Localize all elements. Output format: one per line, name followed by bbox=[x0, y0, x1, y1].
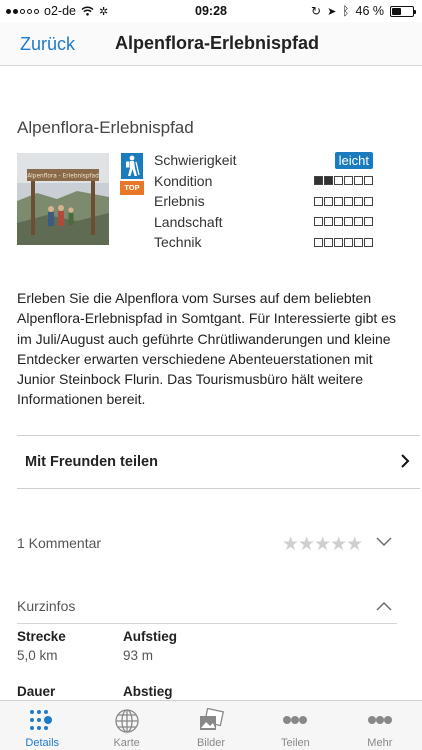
fact-label: Aufstieg bbox=[123, 629, 177, 644]
battery-percent: 46 % bbox=[355, 4, 385, 18]
rating-box-empty bbox=[344, 176, 353, 186]
rating-box-empty bbox=[314, 196, 323, 206]
tab-teilen[interactable]: Teilen bbox=[253, 701, 337, 750]
hiking-icon bbox=[121, 153, 143, 179]
chevron-right-icon bbox=[401, 454, 410, 468]
status-right: ↻ ➤ ᛒ 46 % bbox=[311, 4, 416, 18]
fact-abstieg: Abstieg bbox=[123, 684, 173, 699]
photos-icon bbox=[200, 708, 225, 730]
tab-details[interactable]: Details bbox=[0, 701, 84, 750]
kurzinfos-label: Kurzinfos bbox=[17, 598, 76, 614]
difficulty-badge: leicht bbox=[334, 151, 373, 169]
tab-label: Teilen bbox=[281, 737, 310, 749]
tab-karte[interactable]: Karte bbox=[84, 701, 168, 750]
rating-box-empty bbox=[354, 237, 363, 247]
rating-box-empty bbox=[344, 237, 353, 247]
rating-box-empty bbox=[344, 217, 353, 227]
rating-label: Landschaft bbox=[154, 213, 223, 230]
rating-box-empty bbox=[334, 196, 343, 206]
battery-icon bbox=[390, 5, 416, 17]
fact-label: Abstieg bbox=[123, 684, 173, 699]
rating-box-empty bbox=[344, 196, 353, 206]
rating-label: Schwierigkeit bbox=[154, 152, 237, 169]
tab-bar: Details Karte Bilder Teilen Mehr bbox=[0, 700, 422, 750]
rating-box-empty bbox=[334, 217, 343, 227]
tab-bilder[interactable]: Bilder bbox=[169, 701, 253, 750]
more-dots-icon bbox=[367, 716, 392, 724]
fact-label: Dauer bbox=[17, 684, 56, 699]
rating-box-empty bbox=[334, 237, 343, 247]
rating-boxes bbox=[314, 176, 373, 186]
lock-rotation-icon: ↻ bbox=[311, 4, 322, 18]
rating-boxes bbox=[314, 217, 373, 227]
tab-label: Mehr bbox=[367, 737, 393, 749]
fact-dauer: Dauer bbox=[17, 684, 55, 699]
comments-label: 1 Kommentar bbox=[17, 535, 102, 551]
tour-description: Erleben Sie die Alpenflora vom Surses au… bbox=[17, 290, 396, 408]
rating-box-empty bbox=[364, 237, 373, 247]
rating-row-landschaft: Landschaft bbox=[154, 212, 384, 233]
rating-box-filled bbox=[324, 176, 333, 186]
chevron-up-icon[interactable] bbox=[376, 601, 392, 611]
share-with-friends-row[interactable]: Mit Freunden teilen bbox=[17, 435, 420, 489]
rating-label: Technik bbox=[154, 234, 202, 251]
status-bar: o2-de ✲ 09:28 ↻ ➤ ᛒ 46 % bbox=[0, 0, 422, 22]
tour-thumbnail[interactable]: Alpenflora - Erlebnispfad bbox=[17, 153, 109, 245]
rating-box-empty bbox=[334, 176, 343, 186]
rating-box-empty bbox=[364, 176, 373, 186]
sign-text: Alpenflora - Erlebnispfad bbox=[27, 174, 99, 180]
rating-box-empty bbox=[324, 217, 333, 227]
kurzinfos-header[interactable]: Kurzinfos bbox=[17, 596, 397, 624]
share-label: Mit Freunden teilen bbox=[25, 454, 158, 470]
details-icon bbox=[30, 710, 53, 730]
navigation-bar: Zurück Alpenflora-Erlebnispfad bbox=[0, 22, 422, 66]
rating-box-empty bbox=[354, 217, 363, 227]
rating-row-technik: Technik bbox=[154, 232, 384, 253]
bluetooth-icon: ᛒ bbox=[342, 4, 350, 18]
tour-photo: Alpenflora - Erlebnispfad bbox=[17, 153, 109, 245]
rating-row-erlebnis: Erlebnis bbox=[154, 191, 384, 212]
rating-box-empty bbox=[324, 237, 333, 247]
rating-box-empty bbox=[324, 196, 333, 206]
rating-label: Kondition bbox=[154, 172, 213, 189]
tour-title: Alpenflora-Erlebnispfad bbox=[17, 118, 194, 137]
rating-box-empty bbox=[314, 217, 323, 227]
rating-boxes bbox=[314, 237, 373, 247]
fact-value: 93 m bbox=[123, 648, 154, 663]
rating-box-empty bbox=[354, 176, 363, 186]
tab-label: Karte bbox=[113, 737, 140, 749]
rating-boxes bbox=[314, 196, 373, 206]
rating-box-filled bbox=[314, 176, 323, 186]
tab-mehr[interactable]: Mehr bbox=[338, 701, 422, 750]
top-badge: TOP bbox=[120, 181, 144, 195]
page-title: Alpenflora-Erlebnispfad bbox=[115, 33, 320, 53]
tab-label: Bilder bbox=[196, 737, 226, 749]
back-button[interactable]: Zurück bbox=[20, 34, 75, 55]
rating-box-empty bbox=[354, 196, 363, 206]
comments-row[interactable]: 1 Kommentar ★★★★★ bbox=[17, 533, 397, 555]
rating-label: Erlebnis bbox=[154, 193, 205, 210]
tab-label: Details bbox=[25, 737, 60, 749]
globe-icon bbox=[114, 709, 139, 733]
rating-stars[interactable]: ★★★★★ bbox=[282, 533, 363, 556]
tour-ratings: Schwierigkeit leicht Kondition Erlebnis … bbox=[154, 150, 384, 253]
fact-label: Strecke bbox=[17, 629, 66, 644]
battery-fill bbox=[392, 7, 402, 15]
share-dots-icon bbox=[283, 716, 308, 724]
rating-row-kondition: Kondition bbox=[154, 171, 384, 192]
rating-row-schwierigkeit: Schwierigkeit leicht bbox=[154, 150, 384, 171]
fact-value: 5,0 km bbox=[17, 648, 58, 663]
fact-strecke: Strecke 5,0 km bbox=[17, 629, 66, 663]
rating-box-empty bbox=[314, 237, 323, 247]
rating-box-empty bbox=[364, 196, 373, 206]
chevron-down-icon[interactable] bbox=[376, 537, 392, 547]
rating-box-empty bbox=[364, 217, 373, 227]
location-arrow-icon: ➤ bbox=[327, 5, 337, 18]
fact-aufstieg: Aufstieg 93 m bbox=[123, 629, 177, 663]
